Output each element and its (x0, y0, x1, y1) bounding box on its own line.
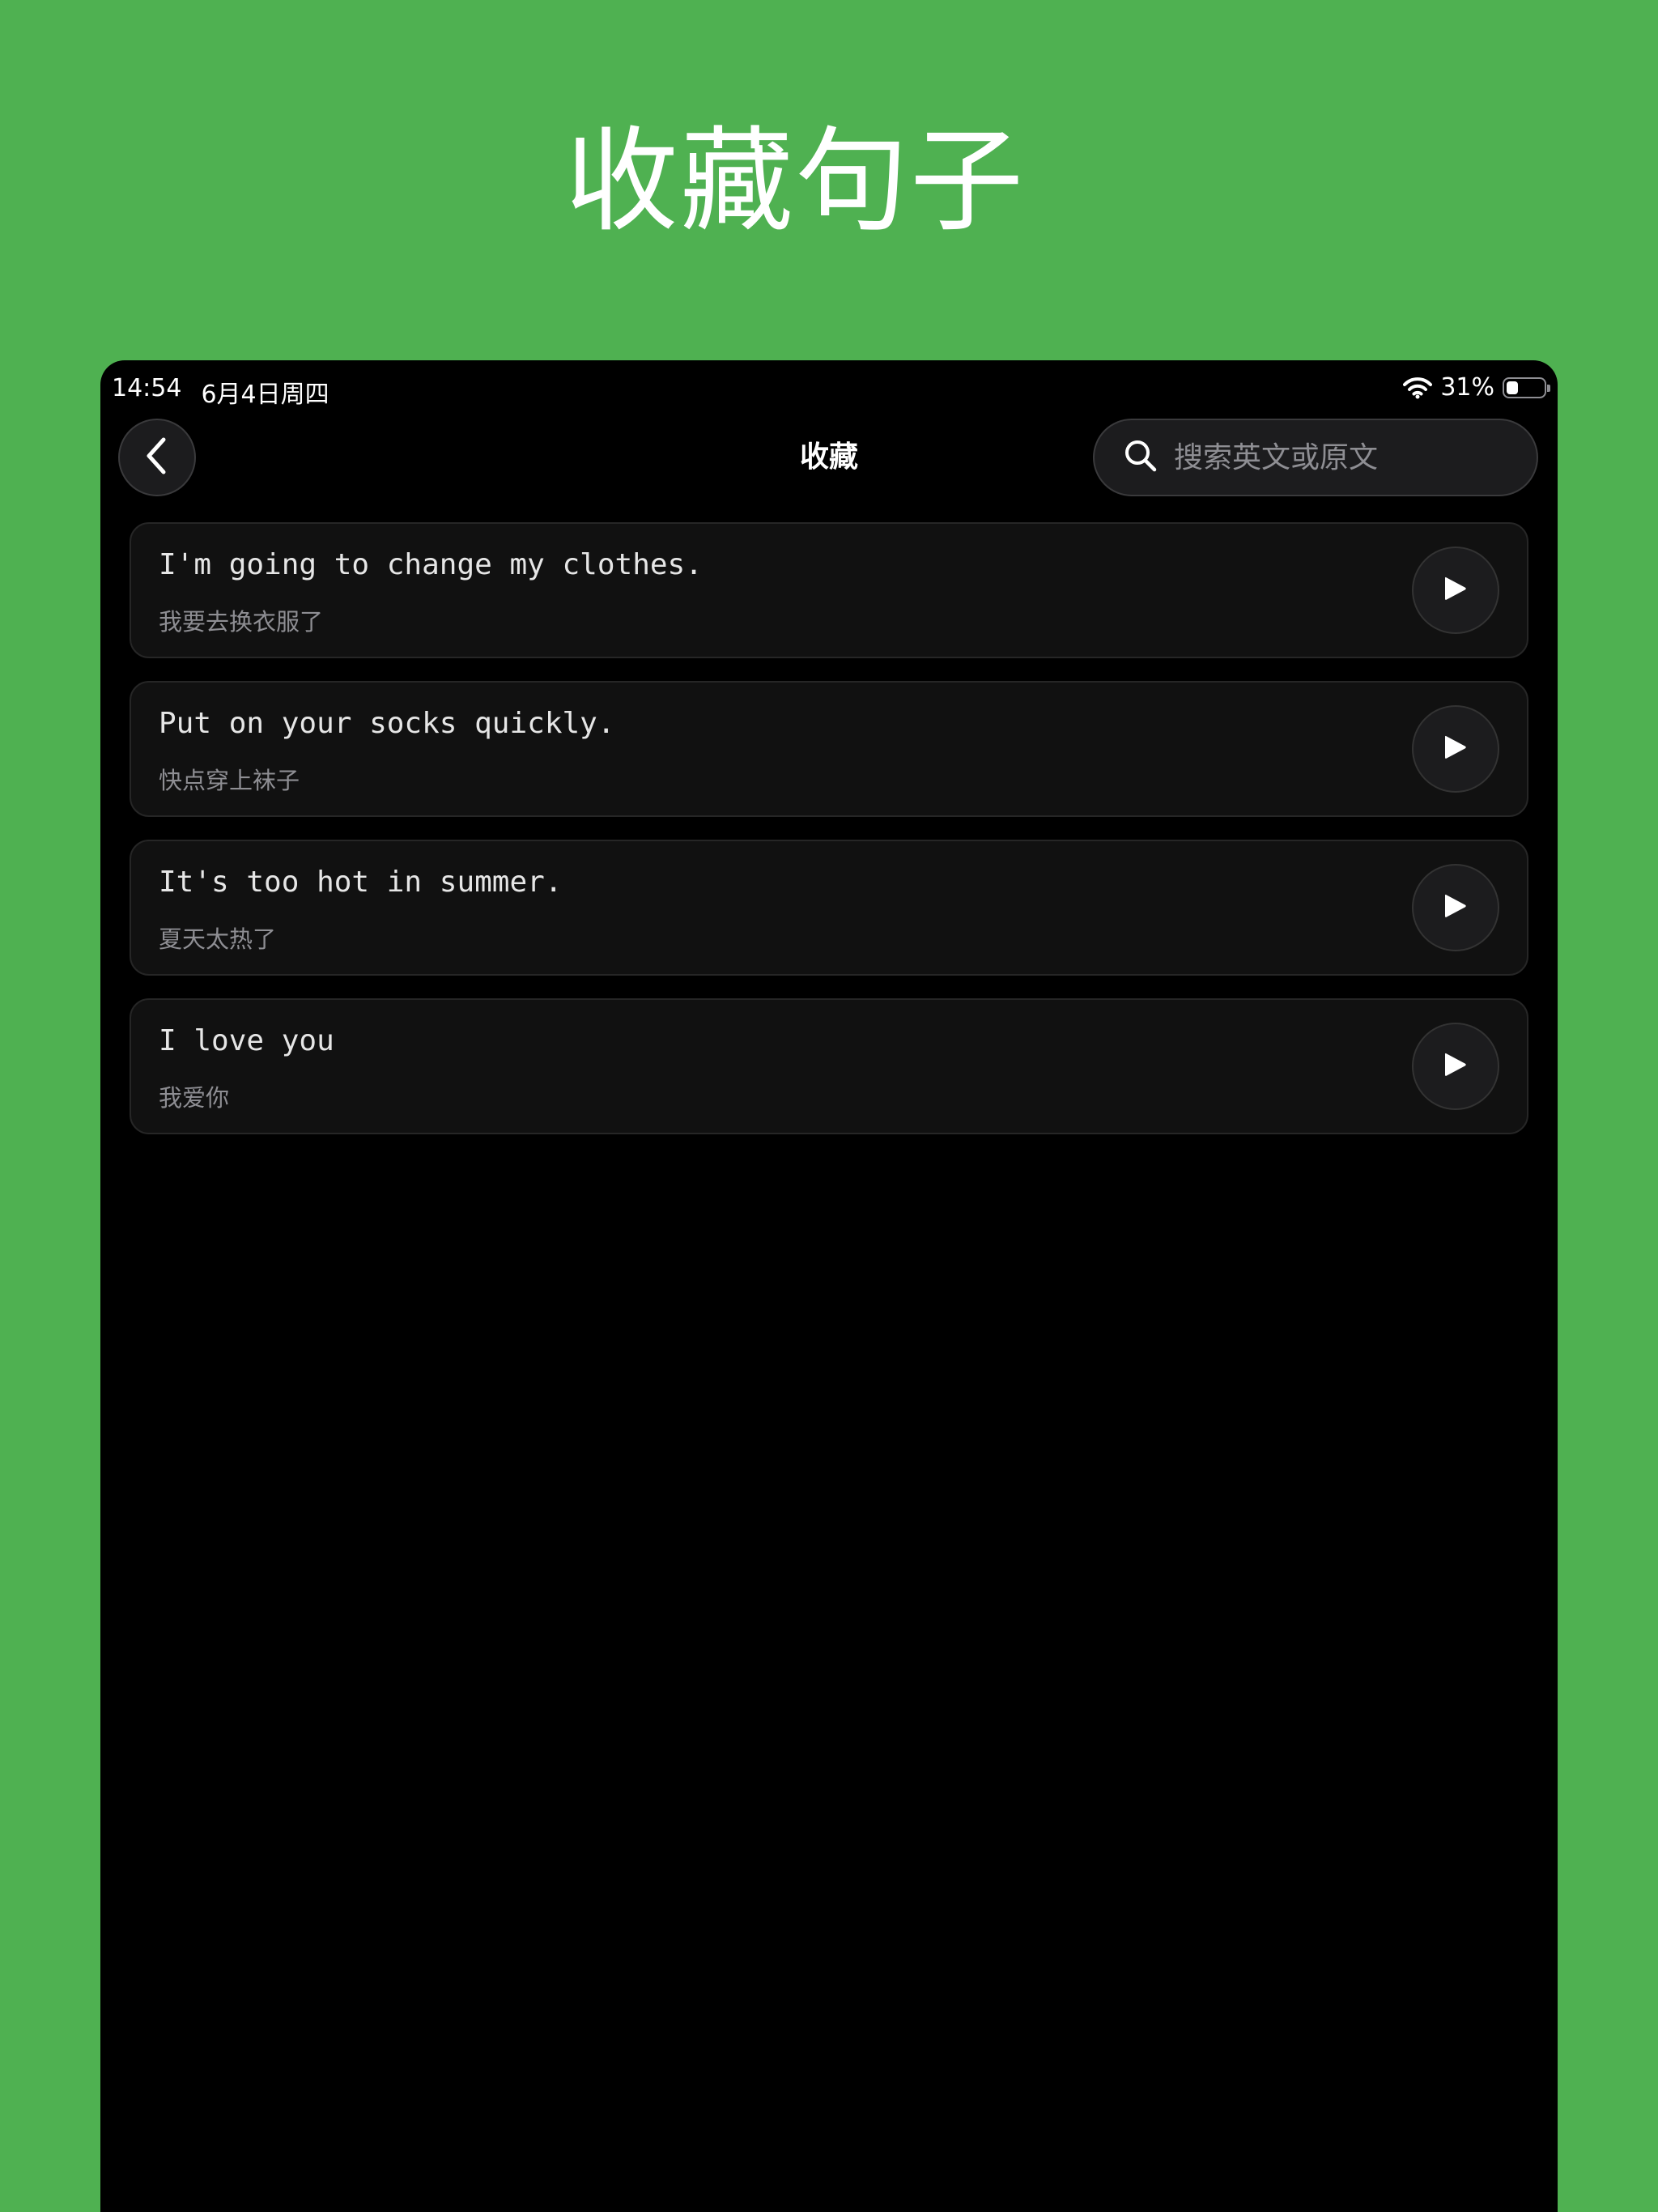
sentence-card[interactable]: I'm going to change my clothes. 我要去换衣服了 (130, 522, 1528, 658)
sentence-card[interactable]: It's too hot in summer. 夏天太热了 (130, 840, 1528, 976)
play-icon (1443, 1052, 1468, 1081)
sentence-translation: 我爱你 (159, 1084, 230, 1112)
chevron-left-icon (142, 436, 172, 479)
sentence-english: I love you (159, 1024, 334, 1057)
nav-bar: 收藏 (100, 417, 1558, 498)
sentence-english: I'm going to change my clothes. (159, 548, 703, 581)
sentence-english: It's too hot in summer. (159, 866, 563, 899)
back-button[interactable] (118, 419, 196, 496)
status-date: 6月4日周四 (201, 381, 329, 409)
status-time: 14:54 (112, 374, 182, 402)
wifi-icon (1403, 376, 1433, 399)
promo-title: 收藏句子 (564, 116, 1025, 248)
sentence-translation: 我要去换衣服了 (159, 608, 324, 636)
play-icon (1443, 893, 1468, 922)
search-box[interactable] (1093, 419, 1538, 496)
sentence-translation: 夏天太热了 (159, 925, 277, 953)
play-icon (1443, 734, 1468, 764)
battery-percent: 31% (1440, 373, 1494, 402)
sentence-translation: 快点穿上袜子 (159, 767, 300, 794)
search-icon (1124, 439, 1158, 476)
sentence-card[interactable]: I love you 我爱你 (130, 998, 1528, 1134)
battery-icon (1503, 376, 1550, 398)
play-button[interactable] (1412, 1023, 1499, 1110)
sentence-english: Put on your socks quickly. (159, 707, 615, 740)
device-screen: 14:54 6月4日周四 31% 收藏 搜索英文或原文 I'm going to… (100, 360, 1558, 2212)
status-bar: 14:54 6月4日周四 31% (100, 360, 1558, 417)
play-button[interactable] (1412, 864, 1499, 951)
play-button[interactable] (1412, 547, 1499, 634)
play-icon (1443, 576, 1468, 605)
search-input[interactable] (1172, 440, 1537, 475)
play-button[interactable] (1412, 705, 1499, 793)
sentence-card[interactable]: Put on your socks quickly. 快点穿上袜子 (130, 681, 1528, 817)
sentence-list: I'm going to change my clothes. 我要去换衣服了 … (130, 522, 1528, 1157)
battery-level (1507, 381, 1518, 394)
